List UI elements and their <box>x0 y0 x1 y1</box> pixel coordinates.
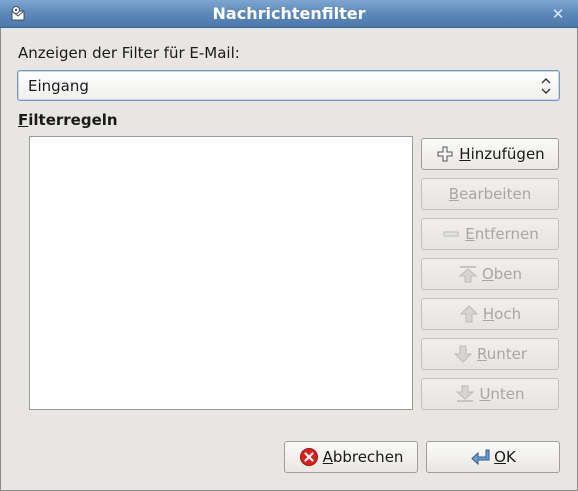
arrow-up-icon <box>459 305 479 323</box>
window-title: Nachrichtenfilter <box>212 4 366 23</box>
title-bar: Nachrichtenfilter ✕ <box>0 0 578 28</box>
add-button[interactable]: Hinzufügen <box>421 138 559 170</box>
close-icon: ✕ <box>551 5 565 23</box>
arrow-down-icon <box>453 345 473 363</box>
edit-button[interactable]: Bearbeiten <box>421 178 559 210</box>
remove-button-label: Entfernen <box>465 225 539 243</box>
filter-rules-list[interactable] <box>29 136 413 410</box>
enter-arrow-icon <box>471 449 490 466</box>
move-up-button[interactable]: Hoch <box>421 298 559 330</box>
add-button-label: Hinzufügen <box>459 145 545 163</box>
plus-icon <box>437 146 453 162</box>
minus-icon <box>443 231 459 237</box>
arrow-bottom-icon <box>456 385 475 402</box>
mail-folder-select[interactable]: Eingang <box>17 70 560 101</box>
ok-button-label: OK <box>494 448 516 466</box>
move-bottom-button[interactable]: Unten <box>421 378 559 410</box>
move-down-button-label: Runter <box>476 345 528 363</box>
move-up-button-label: Hoch <box>482 305 522 323</box>
mail-folder-value: Eingang <box>28 77 89 95</box>
cancel-button[interactable]: Abbrechen <box>284 441 418 473</box>
remove-button[interactable]: Entfernen <box>421 218 559 250</box>
move-bottom-button-label: Unten <box>479 385 525 403</box>
chevron-updown-icon <box>541 78 551 94</box>
ok-button[interactable]: OK <box>426 441 560 473</box>
move-down-button[interactable]: Runter <box>421 338 559 370</box>
move-top-button[interactable]: Oben <box>421 258 559 290</box>
arrow-top-icon <box>458 266 478 283</box>
move-top-button-label: Oben <box>481 265 523 283</box>
filter-rules-label: Filterregeln <box>18 111 118 129</box>
edit-button-label: Bearbeiten <box>448 185 532 203</box>
filter-for-label: Anzeigen der Filter für E-Mail: <box>18 44 240 62</box>
cancel-icon <box>299 448 318 466</box>
close-button[interactable]: ✕ <box>548 4 568 24</box>
cancel-button-label: Abbrechen <box>322 448 404 466</box>
